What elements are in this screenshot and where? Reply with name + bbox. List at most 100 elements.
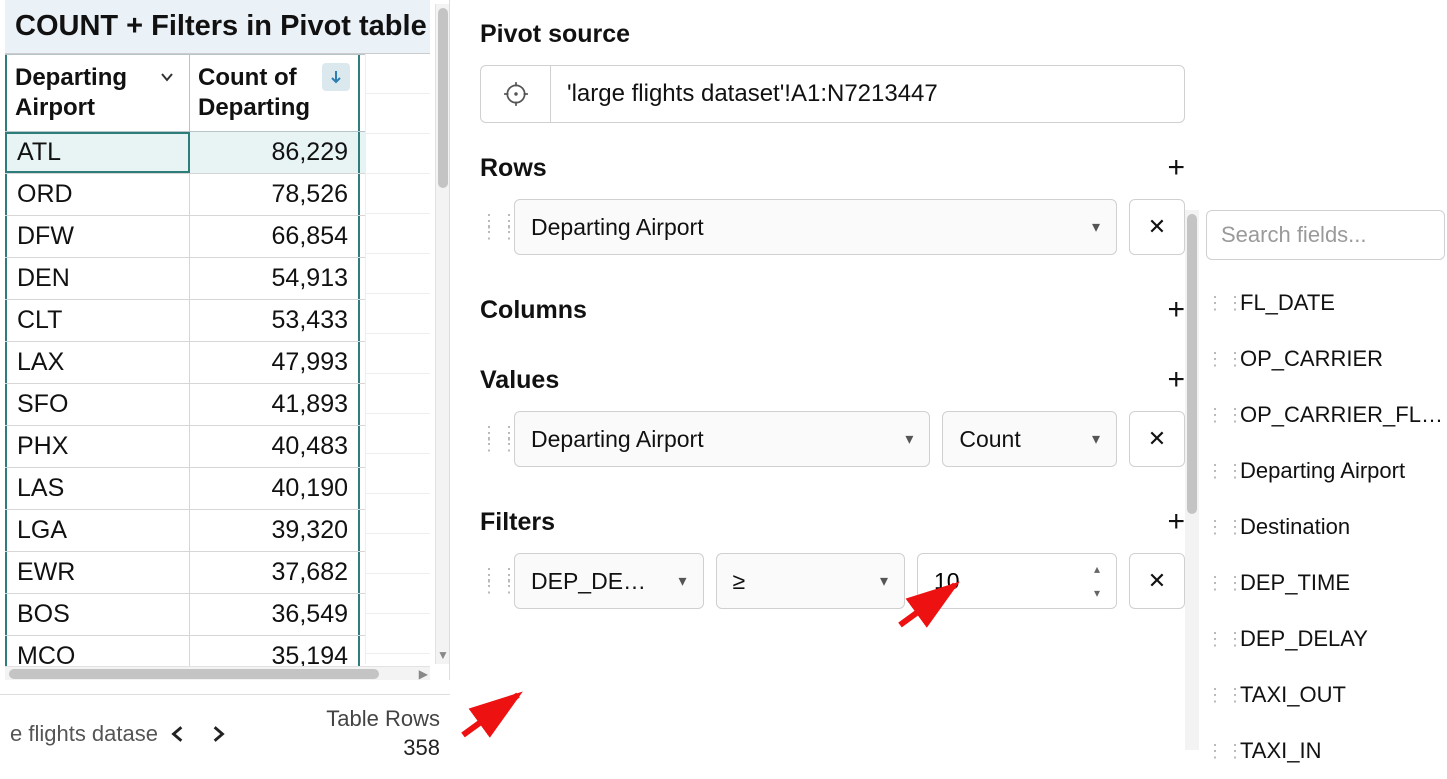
rows-field-select[interactable]: Departing Airport ▾: [514, 199, 1117, 255]
pivot-table: COUNT + Filters in Pivot table Departing…: [5, 0, 430, 665]
drag-handle-icon[interactable]: ⋮⋮: [1206, 522, 1228, 533]
field-item[interactable]: ⋮⋮TAXI_IN: [1206, 723, 1445, 779]
rows-field-row: ⋮⋮⋮⋮ Departing Airport ▾ ✕: [480, 199, 1185, 255]
field-item[interactable]: ⋮⋮ FL_DATE: [1206, 275, 1445, 331]
cell-count: 40,483: [190, 426, 360, 467]
chevron-down-icon[interactable]: [153, 63, 181, 91]
column-header-label: Departing Airport: [15, 63, 149, 123]
drag-handle-icon[interactable]: ⋮⋮: [1206, 354, 1228, 365]
chevron-down-icon: ▾: [889, 429, 929, 449]
field-item[interactable]: ⋮⋮ DEP_DELAY: [1206, 611, 1445, 667]
field-name: Destination: [1240, 514, 1350, 540]
cell-count: 36,549: [190, 594, 360, 635]
values-aggregation-value: Count: [943, 426, 1076, 453]
pivot-title: COUNT + Filters in Pivot table: [5, 0, 430, 54]
scroll-down-icon[interactable]: ▼: [437, 648, 449, 662]
drag-handle-icon[interactable]: ⋮⋮: [1206, 298, 1228, 309]
field-name: DEP_TIME: [1240, 570, 1350, 596]
section-title-text: Pivot source: [480, 20, 630, 49]
fields-pane: ⋮⋮FL_DATE⋮⋮OP_CARRIER⋮⋮OP_CARRIER_FL_N…⋮…: [1200, 0, 1447, 772]
cell-airport: LAX: [5, 342, 190, 383]
scrollbar-thumb[interactable]: [1187, 214, 1197, 514]
cell-count: 66,854: [190, 216, 360, 257]
add-column-field-button[interactable]: +: [1167, 295, 1185, 325]
drag-handle-icon[interactable]: ⋮⋮: [1206, 466, 1228, 477]
search-fields-input[interactable]: [1206, 210, 1445, 260]
sheet-tab[interactable]: e flights datase: [10, 721, 158, 747]
filter-operator-select[interactable]: ≥ ▾: [716, 553, 906, 609]
cell-airport: CLT: [5, 300, 190, 341]
section-title-text: Values: [480, 366, 559, 395]
next-sheet-button[interactable]: [198, 714, 238, 754]
section-title-text: Filters: [480, 508, 555, 537]
field-item[interactable]: ⋮⋮ Departing Airport: [1206, 443, 1445, 499]
search-fields-wrap: [1206, 210, 1445, 260]
prev-sheet-button[interactable]: [158, 714, 198, 754]
table-rows-label: Table Rows: [326, 705, 440, 734]
values-aggregation-select[interactable]: Count ▾: [942, 411, 1117, 467]
scroll-right-icon[interactable]: ▶: [419, 667, 428, 680]
pivot-source-label: Pivot source: [480, 20, 1185, 49]
pivot-source-value[interactable]: 'large flights dataset'!A1:N7213447: [551, 80, 954, 108]
pivot-config-pane: Pivot source 'large flights dataset'!A1:…: [455, 0, 1195, 772]
remove-values-field-button[interactable]: ✕: [1129, 411, 1185, 467]
field-name: DEP_DELAY: [1240, 626, 1368, 652]
scrollbar-thumb[interactable]: [438, 8, 448, 188]
filters-field-row: ⋮⋮⋮⋮ DEP_DEL… ▾ ≥ ▾ ▴ ▾ ✕: [480, 553, 1185, 609]
add-filter-button[interactable]: +: [1167, 507, 1185, 537]
drag-handle-icon[interactable]: ⋮⋮: [1206, 634, 1228, 645]
cell-airport: DEN: [5, 258, 190, 299]
step-down-button[interactable]: ▾: [1083, 581, 1111, 605]
step-up-button[interactable]: ▴: [1083, 557, 1111, 581]
filter-field-select[interactable]: DEP_DEL… ▾: [514, 553, 704, 609]
cell-count: 54,913: [190, 258, 360, 299]
column-header-departing-airport[interactable]: Departing Airport: [5, 55, 190, 131]
scrollbar-thumb[interactable]: [9, 669, 379, 679]
remove-rows-field-button[interactable]: ✕: [1129, 199, 1185, 255]
drag-handle-icon[interactable]: ⋮⋮⋮⋮: [480, 570, 502, 592]
sort-descending-icon[interactable]: [322, 63, 350, 91]
drag-handle-icon[interactable]: ⋮⋮: [1206, 410, 1228, 421]
field-item[interactable]: ⋮⋮TAXI_OUT: [1206, 667, 1445, 723]
add-row-field-button[interactable]: +: [1167, 153, 1185, 183]
field-item[interactable]: ⋮⋮ OP_CARRIER_FL_N…: [1206, 387, 1445, 443]
cell-count: 39,320: [190, 510, 360, 551]
pivot-source-box: 'large flights dataset'!A1:N7213447: [480, 65, 1185, 123]
config-vertical-scrollbar[interactable]: [1185, 210, 1199, 750]
field-item[interactable]: ⋮⋮ DEP_TIME: [1206, 555, 1445, 611]
column-header-label: Count of Departing: [198, 63, 318, 123]
add-value-field-button[interactable]: +: [1167, 365, 1185, 395]
field-item[interactable]: ⋮⋮ Destination: [1206, 499, 1445, 555]
remove-filter-button[interactable]: ✕: [1129, 553, 1185, 609]
drag-handle-icon[interactable]: ⋮⋮⋮⋮: [480, 216, 502, 238]
select-range-button[interactable]: [481, 66, 551, 122]
cell-airport: DFW: [5, 216, 190, 257]
drag-handle-icon[interactable]: ⋮⋮: [1206, 578, 1228, 589]
chevron-down-icon: ▾: [663, 571, 703, 591]
field-item[interactable]: ⋮⋮OP_CARRIER: [1206, 331, 1445, 387]
cell-airport: BOS: [5, 594, 190, 635]
sheet-tab-bar: e flights datase Table Rows 358: [0, 694, 450, 772]
cell-airport: EWR: [5, 552, 190, 593]
cell-count: 53,433: [190, 300, 360, 341]
chevron-down-icon: ▾: [1076, 429, 1116, 449]
vertical-scrollbar[interactable]: ▼: [435, 4, 449, 664]
section-title-text: Rows: [480, 154, 547, 183]
horizontal-scrollbar[interactable]: ▶: [5, 666, 430, 680]
cell-airport: PHX: [5, 426, 190, 467]
chevron-down-icon: ▾: [864, 571, 904, 591]
drag-handle-icon[interactable]: ⋮⋮: [1206, 746, 1228, 757]
values-field-row: ⋮⋮⋮⋮ Departing Airport ▾ Count ▾ ✕: [480, 411, 1185, 467]
values-section-header: Values +: [480, 365, 1185, 395]
field-name: OP_CARRIER_FL_N…: [1240, 402, 1445, 428]
drag-handle-icon[interactable]: ⋮⋮⋮⋮: [480, 428, 502, 450]
field-list: ⋮⋮FL_DATE⋮⋮OP_CARRIER⋮⋮OP_CARRIER_FL_N…⋮…: [1206, 275, 1445, 779]
section-title-text: Columns: [480, 296, 587, 325]
cell-airport: SFO: [5, 384, 190, 425]
number-stepper: ▴ ▾: [1083, 557, 1111, 605]
column-header-count[interactable]: Count of Departing: [190, 55, 360, 131]
drag-handle-icon[interactable]: ⋮⋮: [1206, 690, 1228, 701]
values-field-select[interactable]: Departing Airport ▾: [514, 411, 930, 467]
field-name: FL_DATE: [1240, 290, 1335, 316]
field-name: Departing Airport: [1240, 458, 1405, 484]
